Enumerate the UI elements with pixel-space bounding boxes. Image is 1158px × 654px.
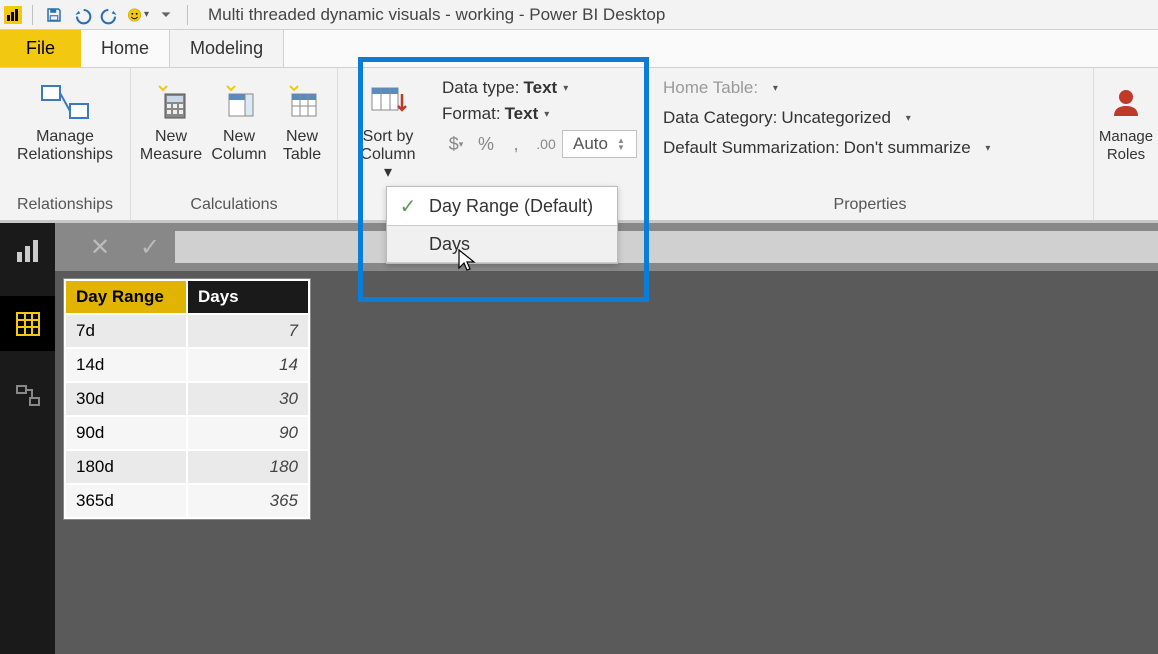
data-type-value: Text [524,78,558,98]
table-row[interactable]: 7d7 [66,315,308,347]
smiley-icon[interactable]: ▾ [127,4,149,26]
roles-icon [1110,80,1142,124]
qat-customize-icon[interactable]: ⏷ [155,4,177,26]
home-table-dropdown[interactable]: Home Table: ▾ [663,78,990,98]
table-row[interactable]: 365d365 [66,485,308,517]
relationships-group-label: Relationships [17,192,113,220]
title-bar: ▾ ⏷ Multi threaded dynamic visuals - wor… [0,0,1158,30]
relationships-icon [40,80,90,124]
qat-divider-2 [187,5,188,25]
ribbon-group-properties: Home Table: ▾ Data Category: Uncategoriz… [647,68,1094,220]
format-label: Format: [442,104,501,124]
formula-input[interactable] [175,231,1158,263]
decimal-format-button[interactable]: .00 [532,130,560,158]
chevron-down-icon: ▾ [144,9,149,20]
window-title: Multi threaded dynamic visuals - working… [208,5,665,25]
spinner-icon[interactable]: ▲▼ [616,138,626,151]
auto-decimal-input[interactable]: Auto ▲▼ [562,130,637,158]
format-value: Text [505,104,539,124]
qat-divider [32,5,33,25]
chevron-down-icon: ▾ [544,109,549,120]
column-header-days[interactable]: Days [188,281,308,313]
manage-relationships-button[interactable]: ManageRelationships [10,74,120,164]
column-header-day-range[interactable]: Day Range [66,281,186,313]
auto-label: Auto [573,134,608,154]
data-category-value: Uncategorized [781,108,891,128]
tab-home[interactable]: Home [81,30,169,67]
table-row[interactable]: 30d30 [66,383,308,415]
sort-by-column-button[interactable]: Sort by Column▾ [348,74,428,182]
manage-relationships-label: ManageRelationships [17,128,113,164]
ribbon-tabs: File Home Modeling [0,30,1158,68]
tab-file[interactable]: File [0,30,81,67]
home-table-label: Home Table: [663,78,758,98]
sort-option-days[interactable]: Days [387,225,617,263]
app-icon [4,6,22,24]
table-row[interactable]: 14d14 [66,349,308,381]
table-row[interactable]: 180d180 [66,451,308,483]
chevron-down-icon: ▾ [906,113,911,124]
new-table-button[interactable]: NewTable [277,74,327,164]
default-summarization-dropdown[interactable]: Default Summarization: Don't summarize ▾ [663,138,990,158]
data-table: Day Range Days 7d7 14d14 30d30 90d90 180… [63,278,311,520]
sort-by-column-label: Sort by Column▾ [348,128,428,182]
new-column-label: NewColumn [211,128,266,164]
manage-roles-button[interactable]: ManageRoles [1104,74,1148,164]
sort-icon [368,80,408,124]
sort-option-label: Days [429,234,470,255]
table-row[interactable]: 90d90 [66,417,308,449]
new-measure-button[interactable]: NewMeasure [141,74,201,164]
ribbon-group-relationships: ManageRelationships Relationships [0,68,131,220]
data-type-dropdown[interactable]: Data type: Text ▾ [442,78,637,98]
default-summarization-label: Default Summarization: [663,138,840,158]
data-category-label: Data Category: [663,108,777,128]
new-table-label: NewTable [283,128,321,164]
new-measure-label: NewMeasure [140,128,202,164]
ribbon-group-calculations: NewMeasure NewColumn NewTable Calculatio… [131,68,338,220]
tab-modeling[interactable]: Modeling [169,29,284,67]
data-type-label: Data type: [442,78,520,98]
checkmark-icon: ✓ [387,194,429,219]
percent-format-button[interactable]: % [472,130,500,158]
report-view-button[interactable] [0,223,55,278]
currency-format-button[interactable]: $▾ [442,130,470,158]
chevron-down-icon: ▾ [563,83,568,94]
view-rail [0,270,55,654]
save-button[interactable] [43,4,65,26]
model-view-button[interactable] [0,369,55,424]
sort-option-day-range[interactable]: ✓ Day Range (Default) [387,187,617,225]
new-column-icon [221,80,257,124]
formula-cancel-button[interactable]: ✕ [75,223,125,271]
measure-icon [153,80,189,124]
redo-button[interactable] [99,4,121,26]
data-category-dropdown[interactable]: Data Category: Uncategorized ▾ [663,108,990,128]
manage-roles-label: ManageRoles [1099,128,1153,164]
new-column-button[interactable]: NewColumn [209,74,269,164]
comma-format-button[interactable]: , [502,130,530,158]
undo-button[interactable] [71,4,93,26]
chevron-down-icon: ▾ [773,83,778,94]
default-summarization-value: Don't summarize [844,138,971,158]
data-view-button[interactable] [0,296,55,351]
format-dropdown[interactable]: Format: Text ▾ [442,104,637,124]
new-table-icon [284,80,320,124]
ribbon-group-security: ManageRoles [1094,68,1158,220]
sort-by-column-menu: ✓ Day Range (Default) Days [386,186,618,264]
sort-option-label: Day Range (Default) [429,196,593,217]
properties-group-label: Properties [834,192,907,220]
calculations-group-label: Calculations [190,192,277,220]
formula-commit-button[interactable]: ✓ [125,223,175,271]
chevron-down-icon: ▾ [985,143,990,154]
